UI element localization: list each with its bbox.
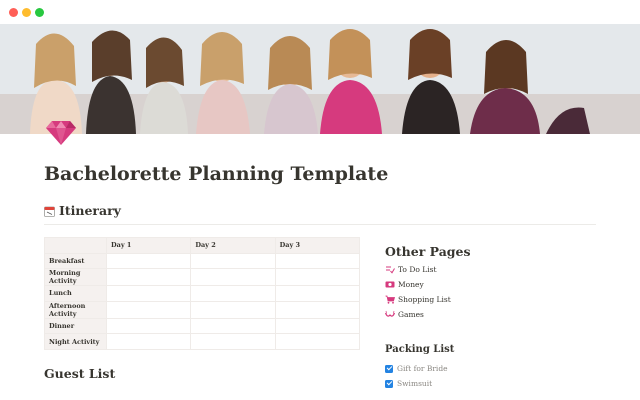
column-header[interactable] bbox=[44, 237, 107, 254]
page-link-label: Games bbox=[398, 310, 424, 319]
row-label[interactable]: Breakfast bbox=[44, 252, 107, 270]
itinerary-table: Day 1 Day 2 Day 3 Breakfast Morning Acti… bbox=[44, 237, 361, 350]
table-cell[interactable] bbox=[274, 333, 361, 350]
row-label[interactable]: Dinner bbox=[44, 317, 107, 335]
checklist-item-label[interactable]: Gift for Bride bbox=[397, 364, 448, 373]
table-cell[interactable] bbox=[105, 300, 192, 319]
page-link-games[interactable]: Games bbox=[384, 307, 451, 322]
table-row: Dinner bbox=[44, 317, 361, 335]
row-label[interactable]: Morning Activity bbox=[44, 268, 107, 287]
page-link-shopping-list[interactable]: Shopping List bbox=[385, 292, 451, 307]
table-row: Breakfast bbox=[44, 252, 361, 270]
gem-icon[interactable] bbox=[46, 119, 76, 145]
table-cell[interactable] bbox=[105, 252, 192, 270]
money-icon bbox=[385, 280, 395, 289]
minimize-window-button[interactable] bbox=[22, 8, 31, 17]
table-header-row: Day 1 Day 2 Day 3 bbox=[44, 237, 361, 254]
table-row: Lunch bbox=[44, 285, 361, 302]
table-cell[interactable] bbox=[274, 300, 361, 319]
page-link-label: Money bbox=[398, 280, 424, 289]
other-pages-list: To Do List Money Shopping List Games bbox=[384, 262, 451, 322]
close-window-button[interactable] bbox=[9, 8, 18, 17]
table-cell[interactable] bbox=[190, 300, 276, 319]
column-header[interactable]: Day 1 bbox=[105, 237, 192, 254]
page-link-to-do-list[interactable]: To Do List bbox=[385, 262, 451, 277]
calendar-icon bbox=[44, 205, 55, 217]
table-cell[interactable] bbox=[190, 252, 276, 270]
table-row: Morning Activity bbox=[44, 268, 361, 287]
table-cell[interactable] bbox=[105, 285, 192, 302]
row-label[interactable]: Night Activity bbox=[44, 333, 107, 350]
window-titlebar bbox=[0, 0, 640, 24]
table-cell[interactable] bbox=[274, 268, 361, 287]
table-cell[interactable] bbox=[274, 252, 361, 270]
column-header[interactable]: Day 2 bbox=[190, 237, 276, 254]
table-cell[interactable] bbox=[190, 333, 276, 350]
page-link-label: To Do List bbox=[398, 265, 437, 274]
packing-checklist: Gift for Bride Swimsuit bbox=[385, 361, 448, 391]
section-divider bbox=[44, 224, 596, 225]
table-cell[interactable] bbox=[190, 268, 276, 287]
table-cell[interactable] bbox=[274, 285, 361, 302]
zoom-window-button[interactable] bbox=[35, 8, 44, 17]
bra-icon bbox=[384, 310, 396, 319]
list-item: Swimsuit bbox=[385, 376, 448, 391]
table-cell[interactable] bbox=[190, 317, 276, 335]
list-item: Gift for Bride bbox=[385, 361, 448, 376]
cover-photo-illustration bbox=[0, 24, 640, 134]
checked-checkbox[interactable] bbox=[385, 379, 393, 388]
column-header[interactable]: Day 3 bbox=[274, 237, 361, 254]
guest-list-heading[interactable]: Guest List bbox=[44, 366, 115, 381]
table-cell[interactable] bbox=[190, 285, 276, 302]
table-cell[interactable] bbox=[274, 317, 361, 335]
checklist-icon bbox=[385, 265, 395, 274]
checklist-item-label[interactable]: Swimsuit bbox=[397, 379, 432, 388]
cart-icon bbox=[385, 295, 396, 304]
table-row: Night Activity bbox=[44, 333, 361, 350]
table-cell[interactable] bbox=[105, 268, 192, 287]
table-cell[interactable] bbox=[105, 333, 192, 350]
row-label[interactable]: Lunch bbox=[44, 285, 107, 302]
table-row: Afternoon Activity bbox=[44, 300, 361, 319]
page-title[interactable]: Bachelorette Planning Template bbox=[44, 163, 388, 185]
other-pages-heading[interactable]: Other Pages bbox=[385, 244, 471, 259]
cover-image[interactable] bbox=[0, 24, 640, 134]
row-label[interactable]: Afternoon Activity bbox=[44, 300, 107, 319]
itinerary-heading-label: Itinerary bbox=[59, 203, 121, 218]
page-link-money[interactable]: Money bbox=[385, 277, 451, 292]
page-link-label: Shopping List bbox=[398, 295, 451, 304]
itinerary-heading[interactable]: Itinerary bbox=[44, 203, 121, 218]
table-cell[interactable] bbox=[105, 317, 192, 335]
checked-checkbox[interactable] bbox=[385, 364, 393, 373]
packing-list-heading[interactable]: Packing List bbox=[385, 344, 454, 355]
